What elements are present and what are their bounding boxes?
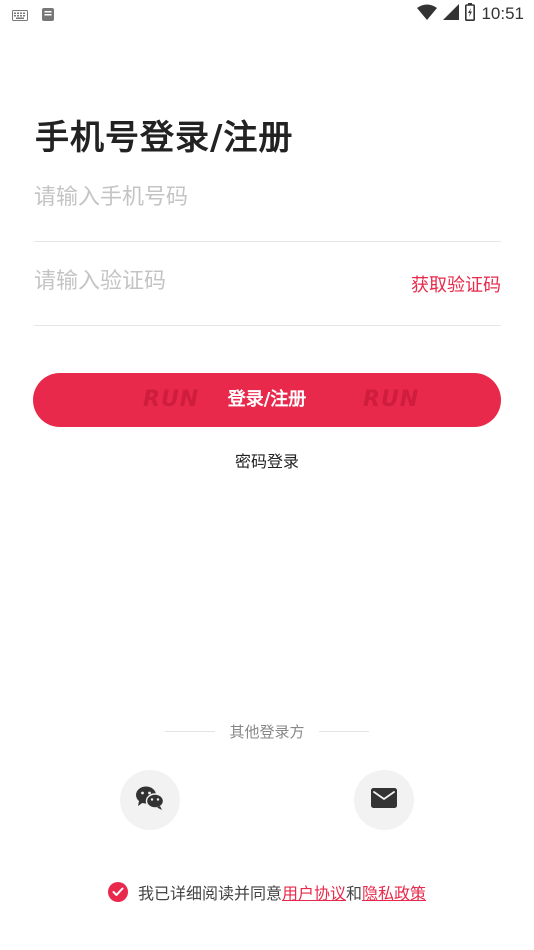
status-left (12, 6, 54, 25)
agreement-and-text: 和 (346, 884, 363, 903)
wifi-icon (417, 4, 438, 24)
other-login-divider: 其他登录方 (0, 721, 534, 742)
signal-icon (443, 4, 460, 24)
button-decor-text: RUN (363, 387, 420, 412)
other-login-title: 其他登录方 (229, 723, 305, 741)
user-agreement-link[interactable]: 用户协议 (282, 880, 346, 904)
password-login-link[interactable]: 密码登录 (0, 448, 534, 472)
email-icon (371, 788, 397, 812)
status-bar: 10:51 (0, 0, 534, 28)
privacy-policy-link[interactable]: 隐私政策 (362, 880, 426, 904)
agreement-text: 我已详细阅读并同意 (137, 884, 282, 903)
button-decor-text: RUN (143, 387, 200, 412)
notification-icon (42, 6, 54, 25)
login-button-label: 登录/注册 (227, 389, 307, 410)
email-login-button[interactable] (354, 770, 414, 830)
wechat-login-button[interactable] (120, 770, 180, 830)
check-icon[interactable] (107, 882, 128, 902)
page-title: 手机号登录/注册 (35, 118, 294, 158)
keyboard-icon (12, 6, 28, 25)
agreement-row: 我已详细阅读并同意 用户协议 和 隐私政策 (0, 880, 534, 904)
phone-input[interactable] (34, 179, 394, 215)
status-time: 10:51 (481, 4, 524, 23)
code-field: 获取验证码 (34, 245, 501, 326)
battery-icon (465, 3, 476, 25)
divider-line (165, 731, 216, 732)
code-input[interactable] (34, 263, 394, 299)
status-right: 10:51 (417, 3, 524, 25)
wechat-icon (135, 785, 165, 815)
divider-line (318, 731, 369, 732)
get-code-button[interactable]: 获取验证码 (411, 271, 501, 297)
login-register-button[interactable]: RUN RUN 登录/注册 (33, 373, 501, 427)
phone-field (34, 161, 501, 242)
